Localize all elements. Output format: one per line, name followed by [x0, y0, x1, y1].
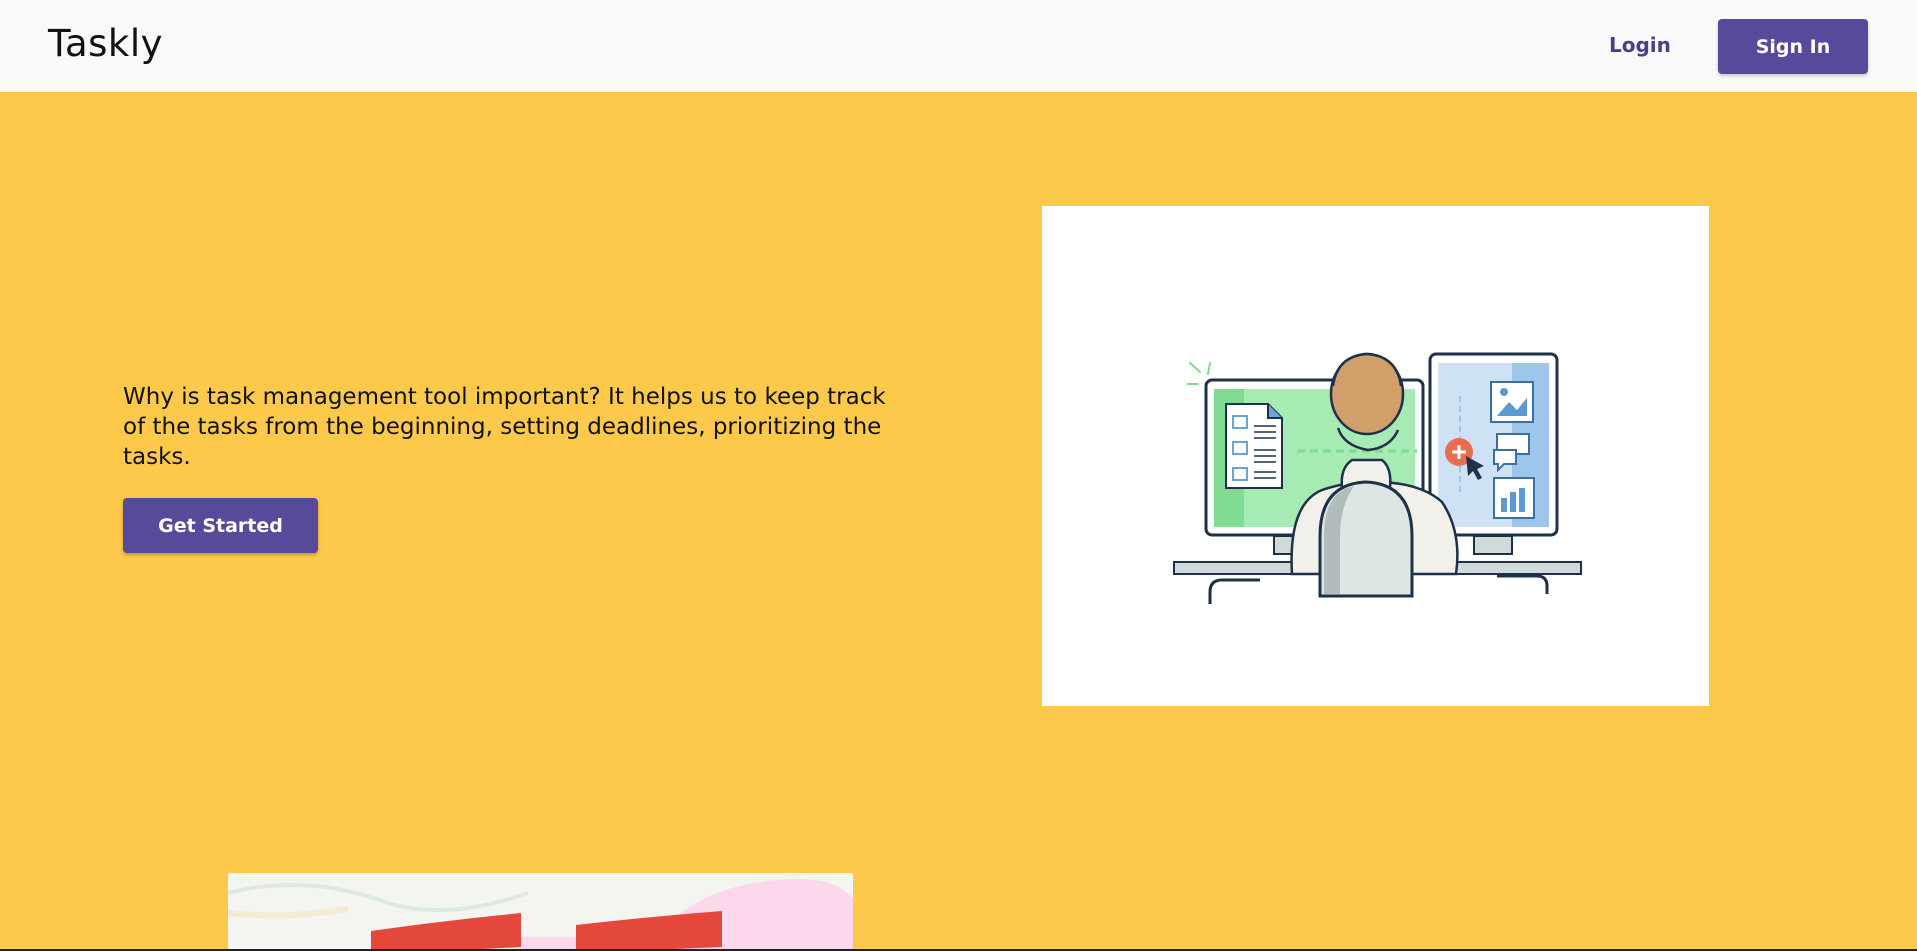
brand-logo[interactable]: Taskly: [48, 22, 163, 65]
navbar: Taskly Login Sign In: [0, 0, 1917, 92]
hero-description: Why is task management tool important? I…: [123, 384, 886, 470]
login-link[interactable]: Login: [1609, 33, 1671, 57]
bottom-illustration: [228, 873, 853, 951]
get-started-button[interactable]: Get Started: [123, 498, 318, 553]
hero-illustration: [1042, 206, 1709, 706]
sign-in-button[interactable]: Sign In: [1718, 19, 1868, 74]
